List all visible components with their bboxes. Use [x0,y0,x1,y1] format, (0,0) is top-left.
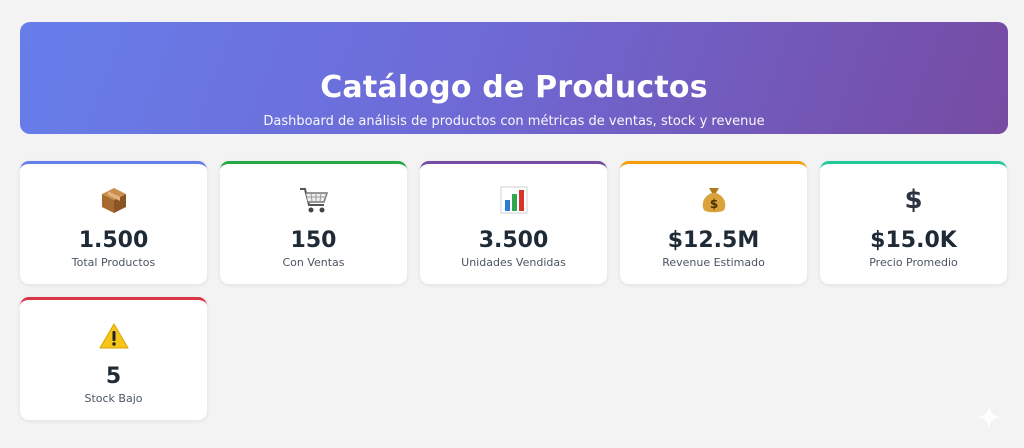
stat-value: $12.5M [667,228,760,253]
stat-label: Revenue Estimado [662,256,765,269]
money-bag-icon: $ [620,184,807,216]
bar-chart-icon [420,184,607,216]
page-title: Catálogo de Productos [320,70,708,105]
stat-label: Unidades Vendidas [461,256,566,269]
dollar-icon: $ [904,185,923,215]
stats-grid: 1.500 Total Productos 150 Con Ventas 3.5… [20,161,1008,420]
stat-value: 3.500 [478,228,549,253]
page-header: Catálogo de Productos Dashboard de análi… [20,22,1008,134]
stat-label: Precio Promedio [869,256,958,269]
stat-value: $15.0K [870,228,957,253]
stat-card-total-productos: 1.500 Total Productos [20,161,207,284]
stat-label: Stock Bajo [84,392,143,405]
stat-label: Con Ventas [282,256,345,269]
svg-text:$: $ [709,197,717,211]
stat-card-stock-bajo: 5 Stock Bajo [20,297,207,420]
stat-value: 1.500 [78,228,149,253]
stat-card-con-ventas: 150 Con Ventas [220,161,407,284]
stat-value: 5 [105,364,122,389]
stat-card-unidades-vendidas: 3.500 Unidades Vendidas [420,161,607,284]
stat-value: 150 [290,228,337,253]
shopping-cart-icon [220,184,407,216]
sparkle-icon [977,405,1001,429]
stat-label: Total Productos [71,256,156,269]
page-subtitle: Dashboard de análisis de productos con m… [263,114,765,129]
warning-icon [20,320,207,352]
package-icon [20,184,207,216]
stat-card-precio-promedio: $ $15.0K Precio Promedio [820,161,1007,284]
stat-card-revenue-estimado: $ $12.5M Revenue Estimado [620,161,807,284]
